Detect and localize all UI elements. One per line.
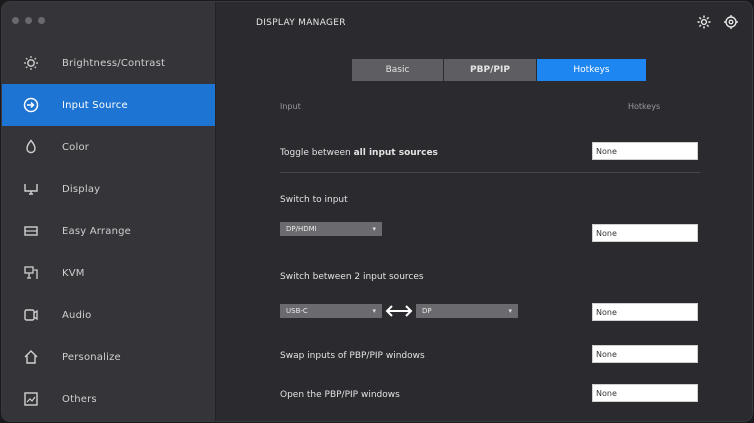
sidebar-item-label: Color (62, 141, 90, 153)
swap-pbp-pip-hotkey-field[interactable]: None (592, 345, 698, 363)
column-header-input: Input (280, 102, 301, 111)
sidebar-item-personalize[interactable]: Personalize (2, 336, 215, 378)
open-pbp-pip-label: Open the PBP/PIP windows (280, 390, 400, 400)
switch-to-input-dropdown[interactable]: DP/HDMI ▾ (280, 222, 382, 236)
sidebar-item-input-source[interactable]: Input Source (2, 84, 215, 126)
audio-icon (22, 306, 40, 324)
kvm-icon (22, 264, 40, 282)
sidebar-item-label: KVM (62, 267, 85, 279)
sidebar-item-color[interactable]: Color (2, 126, 215, 168)
sidebar-item-display[interactable]: Display (2, 168, 215, 210)
close-window-icon[interactable] (12, 17, 19, 24)
chevron-down-icon: ▾ (372, 225, 376, 233)
sidebar-nav: Brightness/Contrast Input Source Color D… (2, 42, 215, 420)
personalize-icon (22, 348, 40, 366)
sidebar-item-label: Brightness/Contrast (62, 57, 166, 69)
sidebar-item-kvm[interactable]: KVM (2, 252, 215, 294)
sidebar-item-brightness-contrast[interactable]: Brightness/Contrast (2, 42, 215, 84)
input-source-icon (22, 96, 40, 114)
sidebar-item-label: Input Source (62, 99, 128, 111)
window-controls (12, 17, 45, 24)
toggle-all-inputs-hotkey-field[interactable]: None (592, 142, 698, 160)
sidebar-item-label: Display (62, 183, 101, 195)
hotkeys-panel: Input Hotkeys Toggle between all input s… (216, 2, 752, 421)
switch-to-input-label: Switch to input (280, 195, 348, 205)
color-icon (22, 138, 40, 156)
zoom-window-icon[interactable] (38, 17, 45, 24)
brightness-icon (22, 54, 40, 72)
switch-between-inputs-hotkey-field[interactable]: None (592, 303, 698, 321)
display-icon (22, 180, 40, 198)
section-divider (280, 172, 700, 173)
easy-arrange-icon (22, 222, 40, 240)
sidebar: Brightness/Contrast Input Source Color D… (2, 2, 216, 421)
switch-to-input-hotkey-field[interactable]: None (592, 224, 698, 242)
sidebar-item-label: Others (62, 393, 97, 405)
chevron-down-icon: ▾ (372, 307, 376, 315)
chevron-down-icon: ▾ (508, 307, 512, 315)
column-header-hotkeys: Hotkeys (628, 102, 661, 111)
sidebar-item-audio[interactable]: Audio (2, 294, 215, 336)
app-window: Brightness/Contrast Input Source Color D… (2, 2, 752, 421)
others-icon (22, 390, 40, 408)
sidebar-item-label: Audio (62, 309, 92, 321)
input-source-b-dropdown[interactable]: DP ▾ (416, 304, 518, 318)
sidebar-item-others[interactable]: Others (2, 378, 215, 420)
minimize-window-icon[interactable] (25, 17, 32, 24)
switch-between-inputs-label: Switch between 2 input sources (280, 272, 424, 282)
swap-arrows-icon (385, 305, 413, 317)
sidebar-item-label: Easy Arrange (62, 225, 132, 237)
input-source-a-dropdown[interactable]: USB-C ▾ (280, 304, 382, 318)
swap-pbp-pip-label: Swap inputs of PBP/PIP windows (280, 351, 425, 361)
open-pbp-pip-hotkey-field[interactable]: None (592, 384, 698, 402)
sidebar-item-easy-arrange[interactable]: Easy Arrange (2, 210, 215, 252)
sidebar-item-label: Personalize (62, 351, 121, 363)
toggle-all-inputs-label: Toggle between all input sources (280, 148, 438, 158)
